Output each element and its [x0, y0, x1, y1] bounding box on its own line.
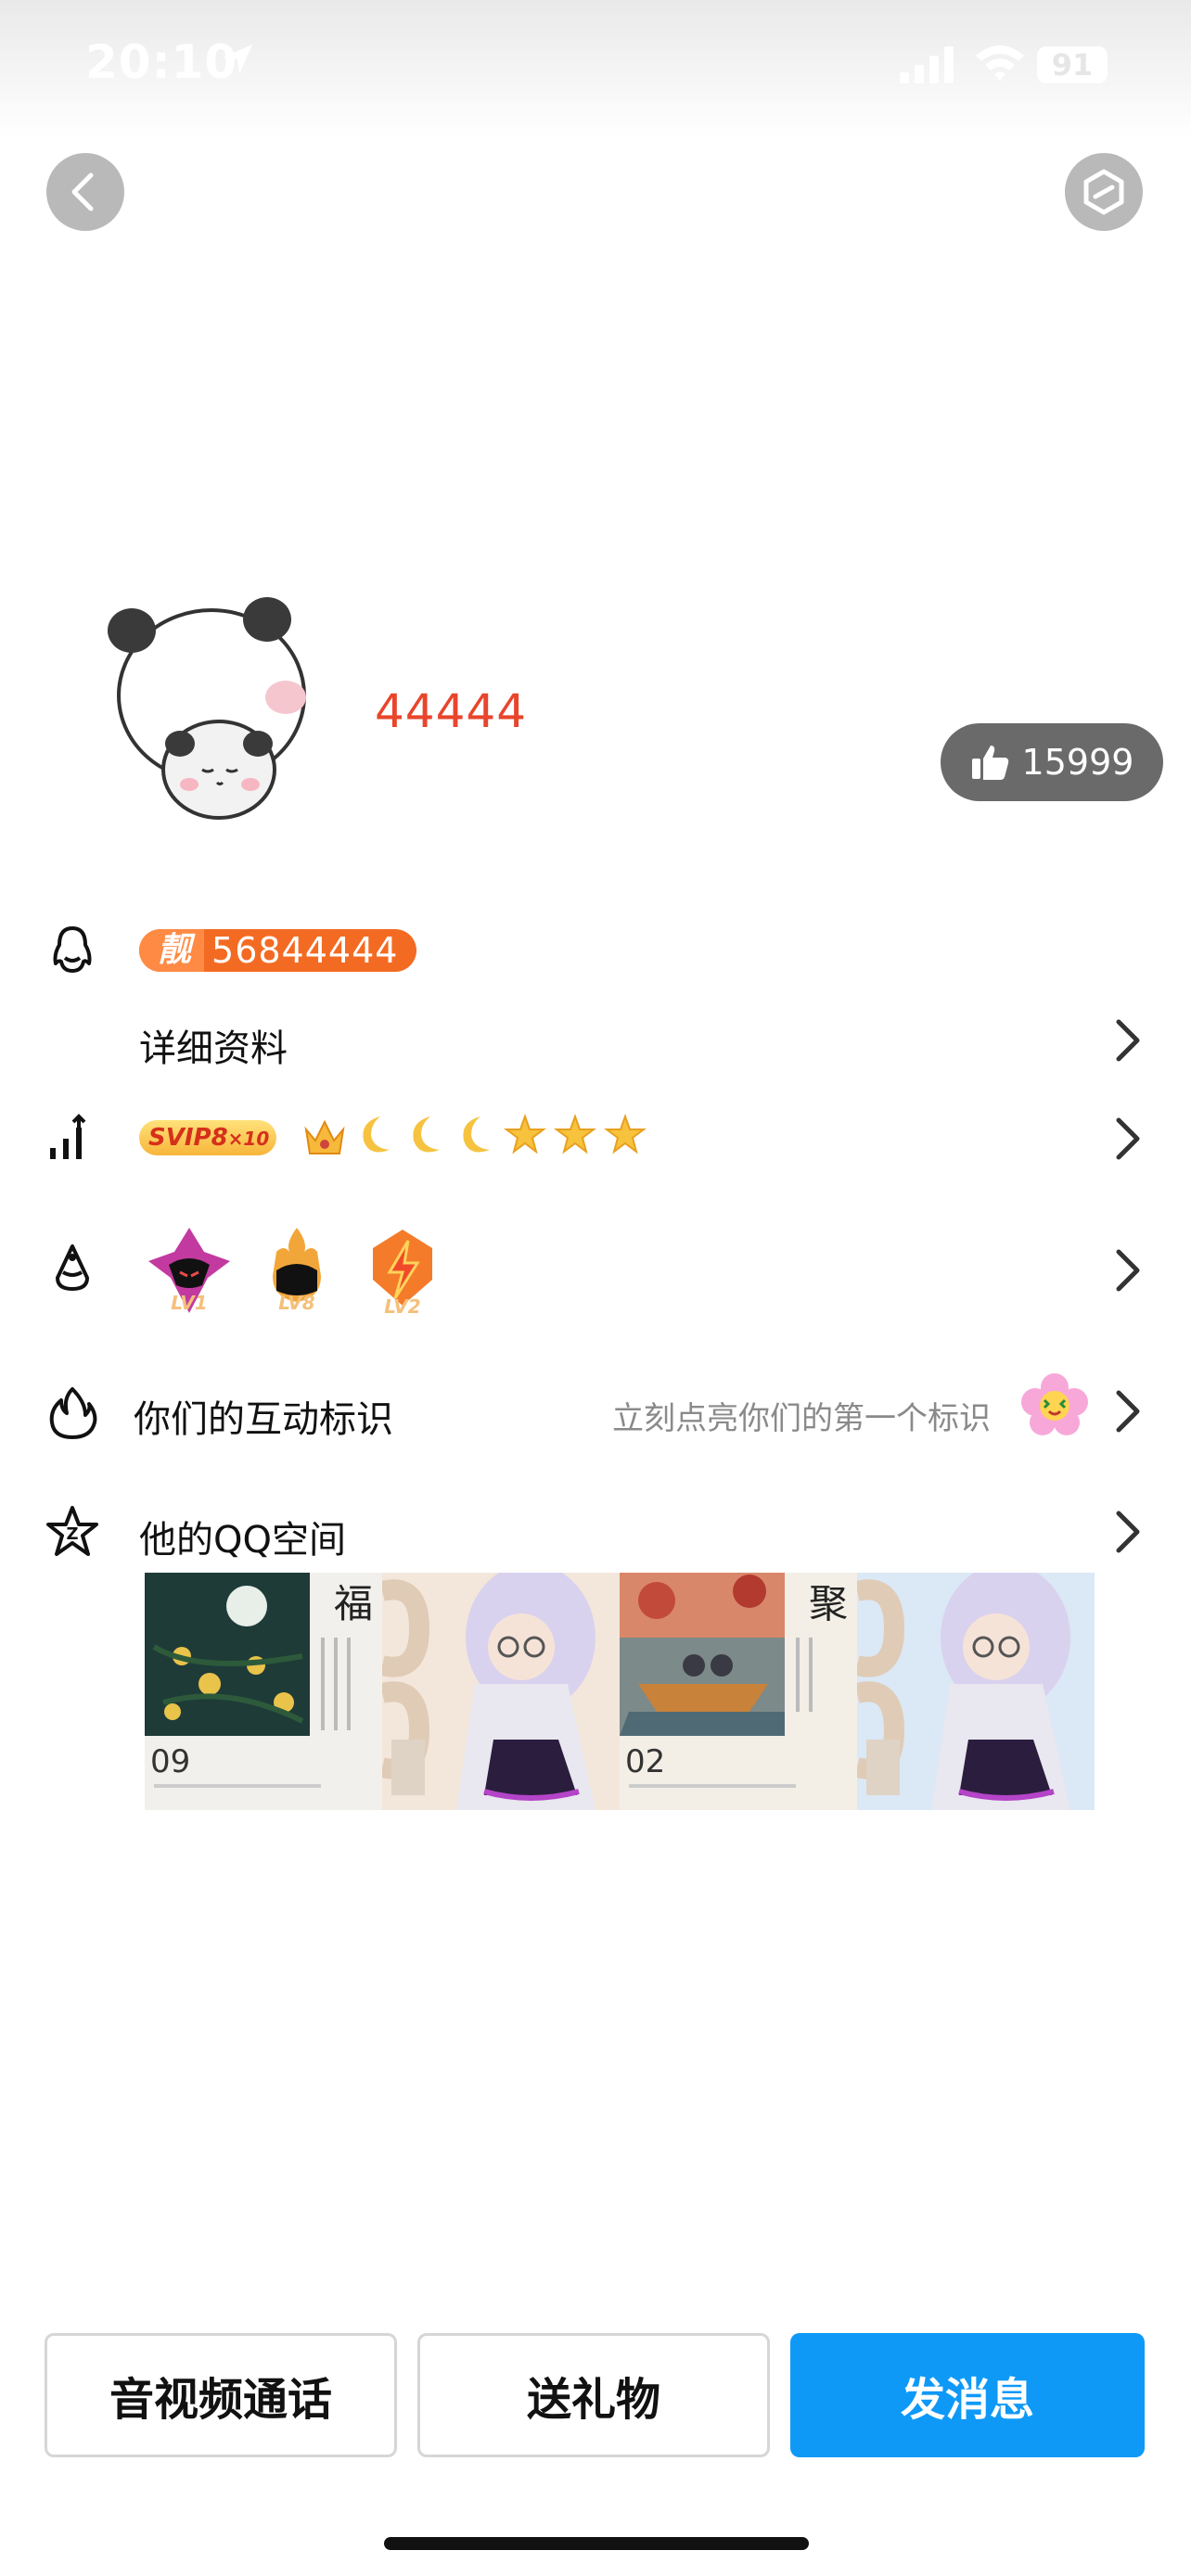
cellular-signal-icon [900, 46, 954, 83]
level-icons[interactable] [302, 1109, 647, 1165]
hexagon-icon [1083, 169, 1124, 215]
location-arrow-icon [223, 45, 252, 74]
moon-icon [463, 1116, 490, 1153]
thumbs-up-icon [971, 746, 1008, 780]
photo-date: 09 [150, 1743, 191, 1780]
qzone-photo[interactable] [382, 1573, 620, 1810]
medal-lv8-icon[interactable]: LV8 [250, 1224, 343, 1317]
medal-hat-icon [56, 1244, 89, 1291]
like-button[interactable]: 15999 [941, 723, 1163, 801]
send-message-button[interactable]: 发消息 [790, 2333, 1145, 2457]
interaction-hint[interactable]: 立刻点亮你们的第一个标识 [612, 1393, 991, 1438]
pretty-number-badge: 靓 [139, 929, 205, 972]
video-call-button[interactable]: 音视频通话 [45, 2333, 397, 2457]
star-icon [554, 1114, 596, 1154]
status-time: 20:10 [85, 35, 238, 89]
wifi-icon [976, 45, 1024, 81]
chevron-right-icon[interactable] [1109, 1244, 1146, 1296]
photo-image [857, 1573, 1070, 1810]
qzone-photo[interactable]: 02 聚 [620, 1573, 857, 1810]
photo-character: 福 [333, 1581, 373, 1626]
photo-character: 聚 [808, 1581, 848, 1626]
qq-number: 56844444 [211, 930, 399, 971]
level-chart-icon [50, 1114, 86, 1159]
moon-icon [413, 1116, 440, 1153]
qzone-label[interactable]: 他的QQ空间 [139, 1510, 346, 1563]
qzone-photo[interactable]: 09 福 [145, 1573, 382, 1810]
home-indicator[interactable] [384, 2537, 809, 2550]
like-count: 15999 [1021, 742, 1134, 783]
crown-icon [304, 1119, 345, 1154]
flame-icon [49, 1387, 97, 1439]
nickname: 44444 [375, 684, 528, 738]
chevron-right-icon[interactable] [1109, 1014, 1146, 1066]
moon-icon [363, 1116, 390, 1153]
star-icon [604, 1114, 647, 1154]
qzone-star-icon: Z [46, 1506, 98, 1556]
more-button[interactable] [1065, 153, 1143, 231]
svip-badge[interactable]: SVIP8×10 [139, 1120, 276, 1155]
star-icon [504, 1114, 546, 1154]
status-bar: 20:10 91 [0, 0, 1191, 139]
avatar[interactable] [100, 593, 323, 835]
svg-text:LV1: LV1 [171, 1292, 207, 1314]
flower-icon [1021, 1373, 1088, 1435]
photo-date: 02 [625, 1743, 666, 1780]
qzone-photo[interactable] [857, 1573, 1095, 1810]
battery-indicator: 91 [1037, 46, 1108, 83]
penguin-icon [53, 926, 92, 973]
interaction-label[interactable]: 你们的互动标识 [134, 1389, 393, 1443]
svg-text:LV8: LV8 [278, 1292, 314, 1314]
chevron-right-icon[interactable] [1109, 1385, 1146, 1437]
chevron-left-icon [71, 172, 94, 211]
photo-image [382, 1573, 596, 1810]
svg-text:LV2: LV2 [384, 1295, 420, 1317]
medal-lv1-icon[interactable]: LV1 [143, 1224, 236, 1317]
chevron-right-icon[interactable] [1109, 1113, 1146, 1165]
qzone-photos[interactable]: 09 福 02 聚 [145, 1573, 1095, 1810]
chevron-right-icon[interactable] [1109, 1506, 1146, 1558]
qq-number-badge[interactable]: 靓 56844444 [139, 929, 417, 972]
medal-lv2-icon[interactable]: LV2 [356, 1224, 449, 1317]
back-button[interactable] [46, 153, 124, 231]
send-gift-button[interactable]: 送礼物 [417, 2333, 770, 2457]
svg-text:Z: Z [66, 1524, 78, 1544]
details-label[interactable]: 详细资料 [139, 1018, 288, 1072]
